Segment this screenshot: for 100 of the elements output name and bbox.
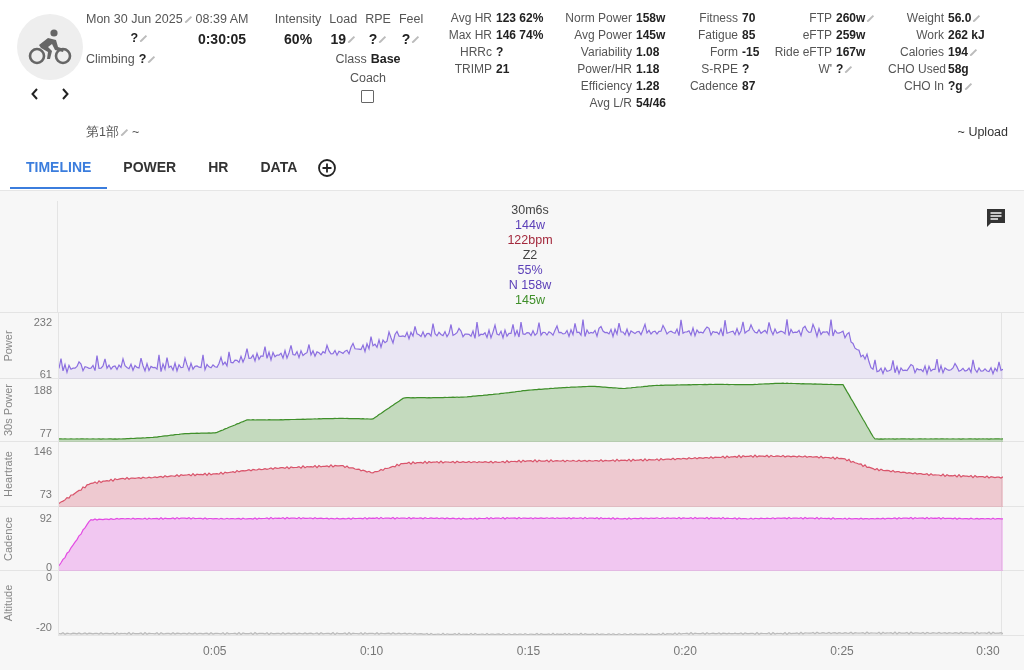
stat-value: 158w xyxy=(636,10,666,27)
stat-label: Avg HR xyxy=(449,10,492,27)
stat-value: ? xyxy=(742,61,750,78)
date-value: ? xyxy=(130,29,139,47)
stat-label: Fitness xyxy=(698,10,738,27)
stat-value: 87 xyxy=(742,78,756,95)
pencil-icon[interactable] xyxy=(378,34,388,44)
tilde-text: ~ xyxy=(131,124,140,141)
metric-value: ? xyxy=(401,29,411,49)
upload-link[interactable]: ~ Upload xyxy=(957,123,1008,142)
stat-label: Cadence xyxy=(688,78,738,95)
stat-value: 146 74% xyxy=(496,27,544,44)
chevron-right-icon[interactable] xyxy=(61,88,69,100)
tab[interactable]: DATA xyxy=(244,146,314,189)
tab[interactable]: POWER xyxy=(107,146,193,189)
climbing-value: ? xyxy=(138,50,147,68)
stat-label: CHO In xyxy=(903,78,944,95)
pencil-icon[interactable] xyxy=(972,14,982,23)
stat-value: 21 xyxy=(496,61,510,78)
metric-label: Load xyxy=(329,11,358,28)
stat-label: Max HR xyxy=(447,27,492,44)
stat-value: 145w xyxy=(636,27,666,44)
stat-label: Fatigue xyxy=(696,27,738,44)
tick-label: 92 xyxy=(39,510,52,526)
stat-label: Weight xyxy=(905,10,944,27)
pencil-icon[interactable] xyxy=(963,82,973,91)
tab[interactable]: HR xyxy=(192,146,245,189)
tick-label: 146 xyxy=(33,444,52,460)
stat-label: Power/HR xyxy=(576,61,632,78)
stat-value: 123 62% xyxy=(496,10,544,27)
stat-value: ?g xyxy=(948,78,963,95)
duration-value: 0:30:05 xyxy=(197,29,247,49)
tick-label: 0:30 xyxy=(976,643,1000,660)
metric-label: Feel xyxy=(398,11,424,28)
stat-value: 194 xyxy=(948,44,969,61)
pencil-icon[interactable] xyxy=(147,54,157,64)
stat-value: 1.08 xyxy=(636,44,660,61)
summary-value: N 158w xyxy=(508,278,552,293)
start-time: 08:39 AM xyxy=(195,11,249,28)
coach-label: Coach xyxy=(349,69,387,87)
stat-label: Efficiency xyxy=(579,78,632,95)
tick-label: 0:15 xyxy=(516,643,541,660)
axis-title: Power xyxy=(0,328,15,364)
tick-label: 232 xyxy=(33,315,52,331)
pencil-icon[interactable] xyxy=(183,14,193,24)
tick-label: 77 xyxy=(39,425,52,441)
stat-value: 58g xyxy=(948,61,969,78)
tick-label: 0:05 xyxy=(203,643,227,660)
metric-value: ? xyxy=(368,29,378,49)
axis-title: Altitude xyxy=(0,583,15,624)
metric-label: Intensity xyxy=(274,11,322,28)
axis-title: Heartrate xyxy=(0,450,15,499)
summary-value: 145w xyxy=(515,293,545,308)
stat-value: 85 xyxy=(742,27,756,44)
stat-label: Form xyxy=(709,44,738,61)
class-value: Base xyxy=(370,50,401,68)
tick-label: 0:20 xyxy=(673,643,697,660)
comment-icon[interactable] xyxy=(985,207,1007,229)
stat-label: FTP xyxy=(808,10,832,27)
date-label[interactable]: Mon 30 Jun 2025 xyxy=(86,10,183,29)
tick-label: 61 xyxy=(39,366,52,382)
stat-value: ? xyxy=(496,44,504,61)
stat-label: W' xyxy=(817,61,832,78)
summary-value: 144w xyxy=(515,218,545,233)
stat-value: 1.28 xyxy=(636,78,660,95)
pencil-icon[interactable] xyxy=(139,33,149,43)
stat-label: Ride eFTP xyxy=(773,44,832,61)
stat-label: Avg Power xyxy=(573,27,632,44)
stat-value: ? xyxy=(836,61,844,78)
stat-value: 54/46 xyxy=(636,95,667,112)
climbing-label: Climbing xyxy=(86,50,135,68)
stat-label: eFTP xyxy=(801,27,832,44)
add-tab-icon[interactable] xyxy=(317,157,338,178)
pencil-icon[interactable] xyxy=(844,65,854,74)
tick-label: 0:10 xyxy=(359,643,384,660)
stat-value: 167w xyxy=(836,44,866,61)
summary-value: 55% xyxy=(517,263,543,278)
tab[interactable]: TIMELINE xyxy=(10,146,108,189)
axis-title: Cadence xyxy=(0,515,15,563)
pencil-icon[interactable] xyxy=(866,14,876,23)
activity-name[interactable]: 第1部 xyxy=(86,123,119,142)
stat-value: 70 xyxy=(742,10,756,27)
chevron-left-icon[interactable] xyxy=(31,88,39,100)
summary-value: 30m6s xyxy=(511,203,549,218)
pencil-icon[interactable] xyxy=(119,127,129,137)
stat-value: 260w xyxy=(836,10,866,27)
pencil-icon[interactable] xyxy=(969,48,979,57)
stat-label: CHO Used xyxy=(888,61,944,78)
metric-value: 19 xyxy=(330,29,347,49)
pencil-icon[interactable] xyxy=(347,34,357,44)
stat-value: 259w xyxy=(836,27,866,44)
tick-label: 0 xyxy=(45,571,52,585)
pencil-icon[interactable] xyxy=(411,34,421,44)
stat-label: Norm Power xyxy=(564,10,632,27)
stat-value: -15 xyxy=(742,44,760,61)
stat-label: HRRc xyxy=(459,44,492,61)
metric-label: RPE xyxy=(365,11,391,28)
stat-label: S-RPE xyxy=(700,61,738,78)
coach-checkbox[interactable] xyxy=(361,90,375,104)
stat-label: Avg L/R xyxy=(588,95,632,112)
